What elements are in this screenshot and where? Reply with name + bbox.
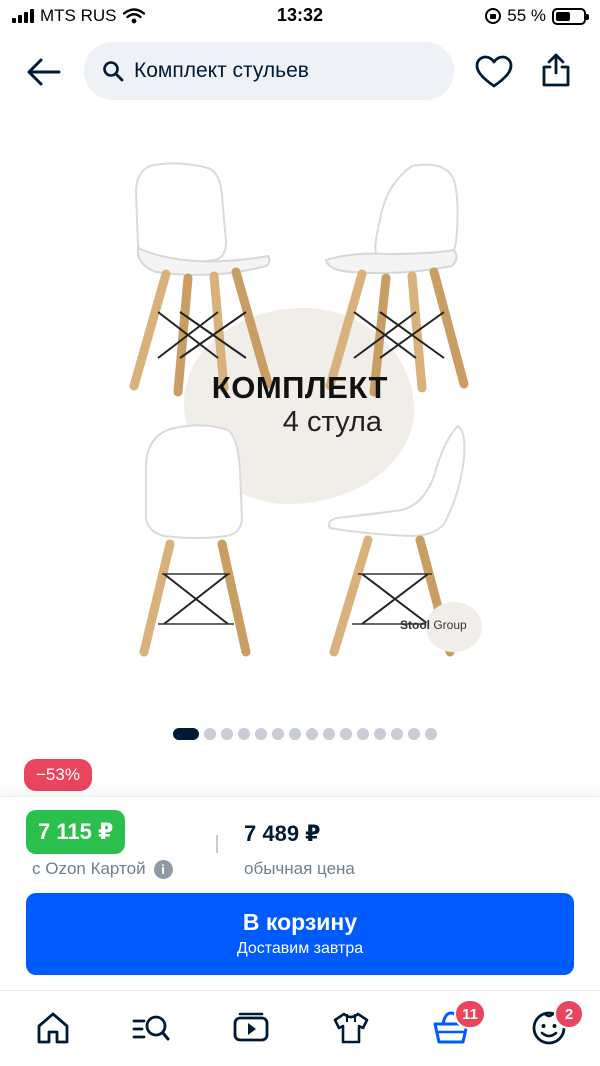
heart-icon (475, 55, 513, 88)
carousel-dot[interactable] (340, 728, 352, 740)
carousel-dot[interactable] (272, 728, 284, 740)
search-icon (103, 61, 124, 82)
fresh-clothes-icon (333, 1012, 369, 1044)
carousel-dot[interactable] (289, 728, 301, 740)
ozon-card-price-label: с Ozon Картой i (32, 859, 173, 879)
catalog-search-icon (132, 1015, 170, 1041)
arrow-left-icon (27, 58, 61, 86)
add-to-cart-button[interactable]: В корзину Доставим завтра (26, 893, 574, 975)
share-icon (542, 53, 570, 87)
carousel-dot[interactable] (221, 728, 233, 740)
battery-icon (552, 7, 589, 25)
brand-name-regular: Group (433, 618, 467, 632)
carousel-indicator[interactable] (173, 727, 437, 741)
search-field[interactable]: Комплект стульев (84, 42, 454, 100)
orientation-lock-icon (485, 8, 502, 24)
nav-catalog[interactable] (128, 1005, 174, 1051)
nav-video[interactable] (228, 1005, 274, 1051)
chair-illustration (129, 162, 273, 397)
back-button[interactable] (22, 50, 66, 94)
add-to-cart-label: В корзину (242, 909, 358, 935)
nav-profile[interactable]: 2 (526, 999, 584, 1051)
carousel-dot[interactable] (323, 728, 335, 740)
chair-illustration (324, 163, 469, 397)
carousel-dot[interactable] (357, 728, 369, 740)
info-icon[interactable]: i (153, 859, 173, 879)
share-button[interactable] (534, 48, 578, 92)
nav-home[interactable] (30, 1005, 76, 1051)
regular-price-label: обычная цена (244, 859, 355, 878)
carousel-dot[interactable] (173, 728, 199, 740)
cart-badge: 11 (454, 999, 486, 1029)
regular-price: 7 489 ₽ (244, 821, 321, 846)
header: Комплект стульев (0, 40, 600, 104)
nav-cart[interactable]: 11 (428, 999, 486, 1051)
search-query: Комплект стульев (134, 59, 309, 82)
purchase-panel: 7 115 ₽ с Ozon Картой i 7 489 ₽ обычная … (0, 796, 600, 988)
carousel-dot[interactable] (425, 728, 437, 740)
profile-badge: 2 (554, 999, 584, 1029)
ozon-card-price: 7 115 ₽ (26, 810, 126, 854)
brand-name-bold: Stool (400, 618, 430, 632)
carousel-dot[interactable] (374, 728, 386, 740)
brand-logo: Stool Group (400, 618, 510, 632)
carousel-dot[interactable] (255, 728, 267, 740)
price-divider (216, 835, 218, 853)
carousel-dot[interactable] (408, 728, 420, 740)
home-icon (37, 1012, 69, 1044)
promo-subtitle: 4 стула (282, 406, 382, 438)
bottom-nav: 11 2 (0, 990, 600, 1066)
ozon-card-label-text: с Ozon Картой (32, 859, 146, 878)
carousel-dot[interactable] (391, 728, 403, 740)
carousel-dot[interactable] (306, 728, 318, 740)
video-icon (233, 1012, 269, 1042)
product-image[interactable]: КОМПЛЕКТ 4 стула Stool Group (100, 118, 500, 678)
nav-fresh[interactable] (328, 1005, 374, 1051)
delivery-label: Доставим завтра (236, 940, 364, 957)
favorite-button[interactable] (472, 50, 516, 94)
chair-illustration (139, 424, 251, 657)
battery-percent: 55 % (507, 6, 546, 25)
carousel-dot[interactable] (238, 728, 250, 740)
status-right: 55 % (485, 6, 589, 26)
carousel-dot[interactable] (204, 728, 216, 740)
promo-title: КОМПЛЕКТ (211, 370, 388, 405)
discount-badge: −53% (24, 759, 92, 791)
status-bar: MTS RUS 13:32 55 % (0, 0, 600, 36)
